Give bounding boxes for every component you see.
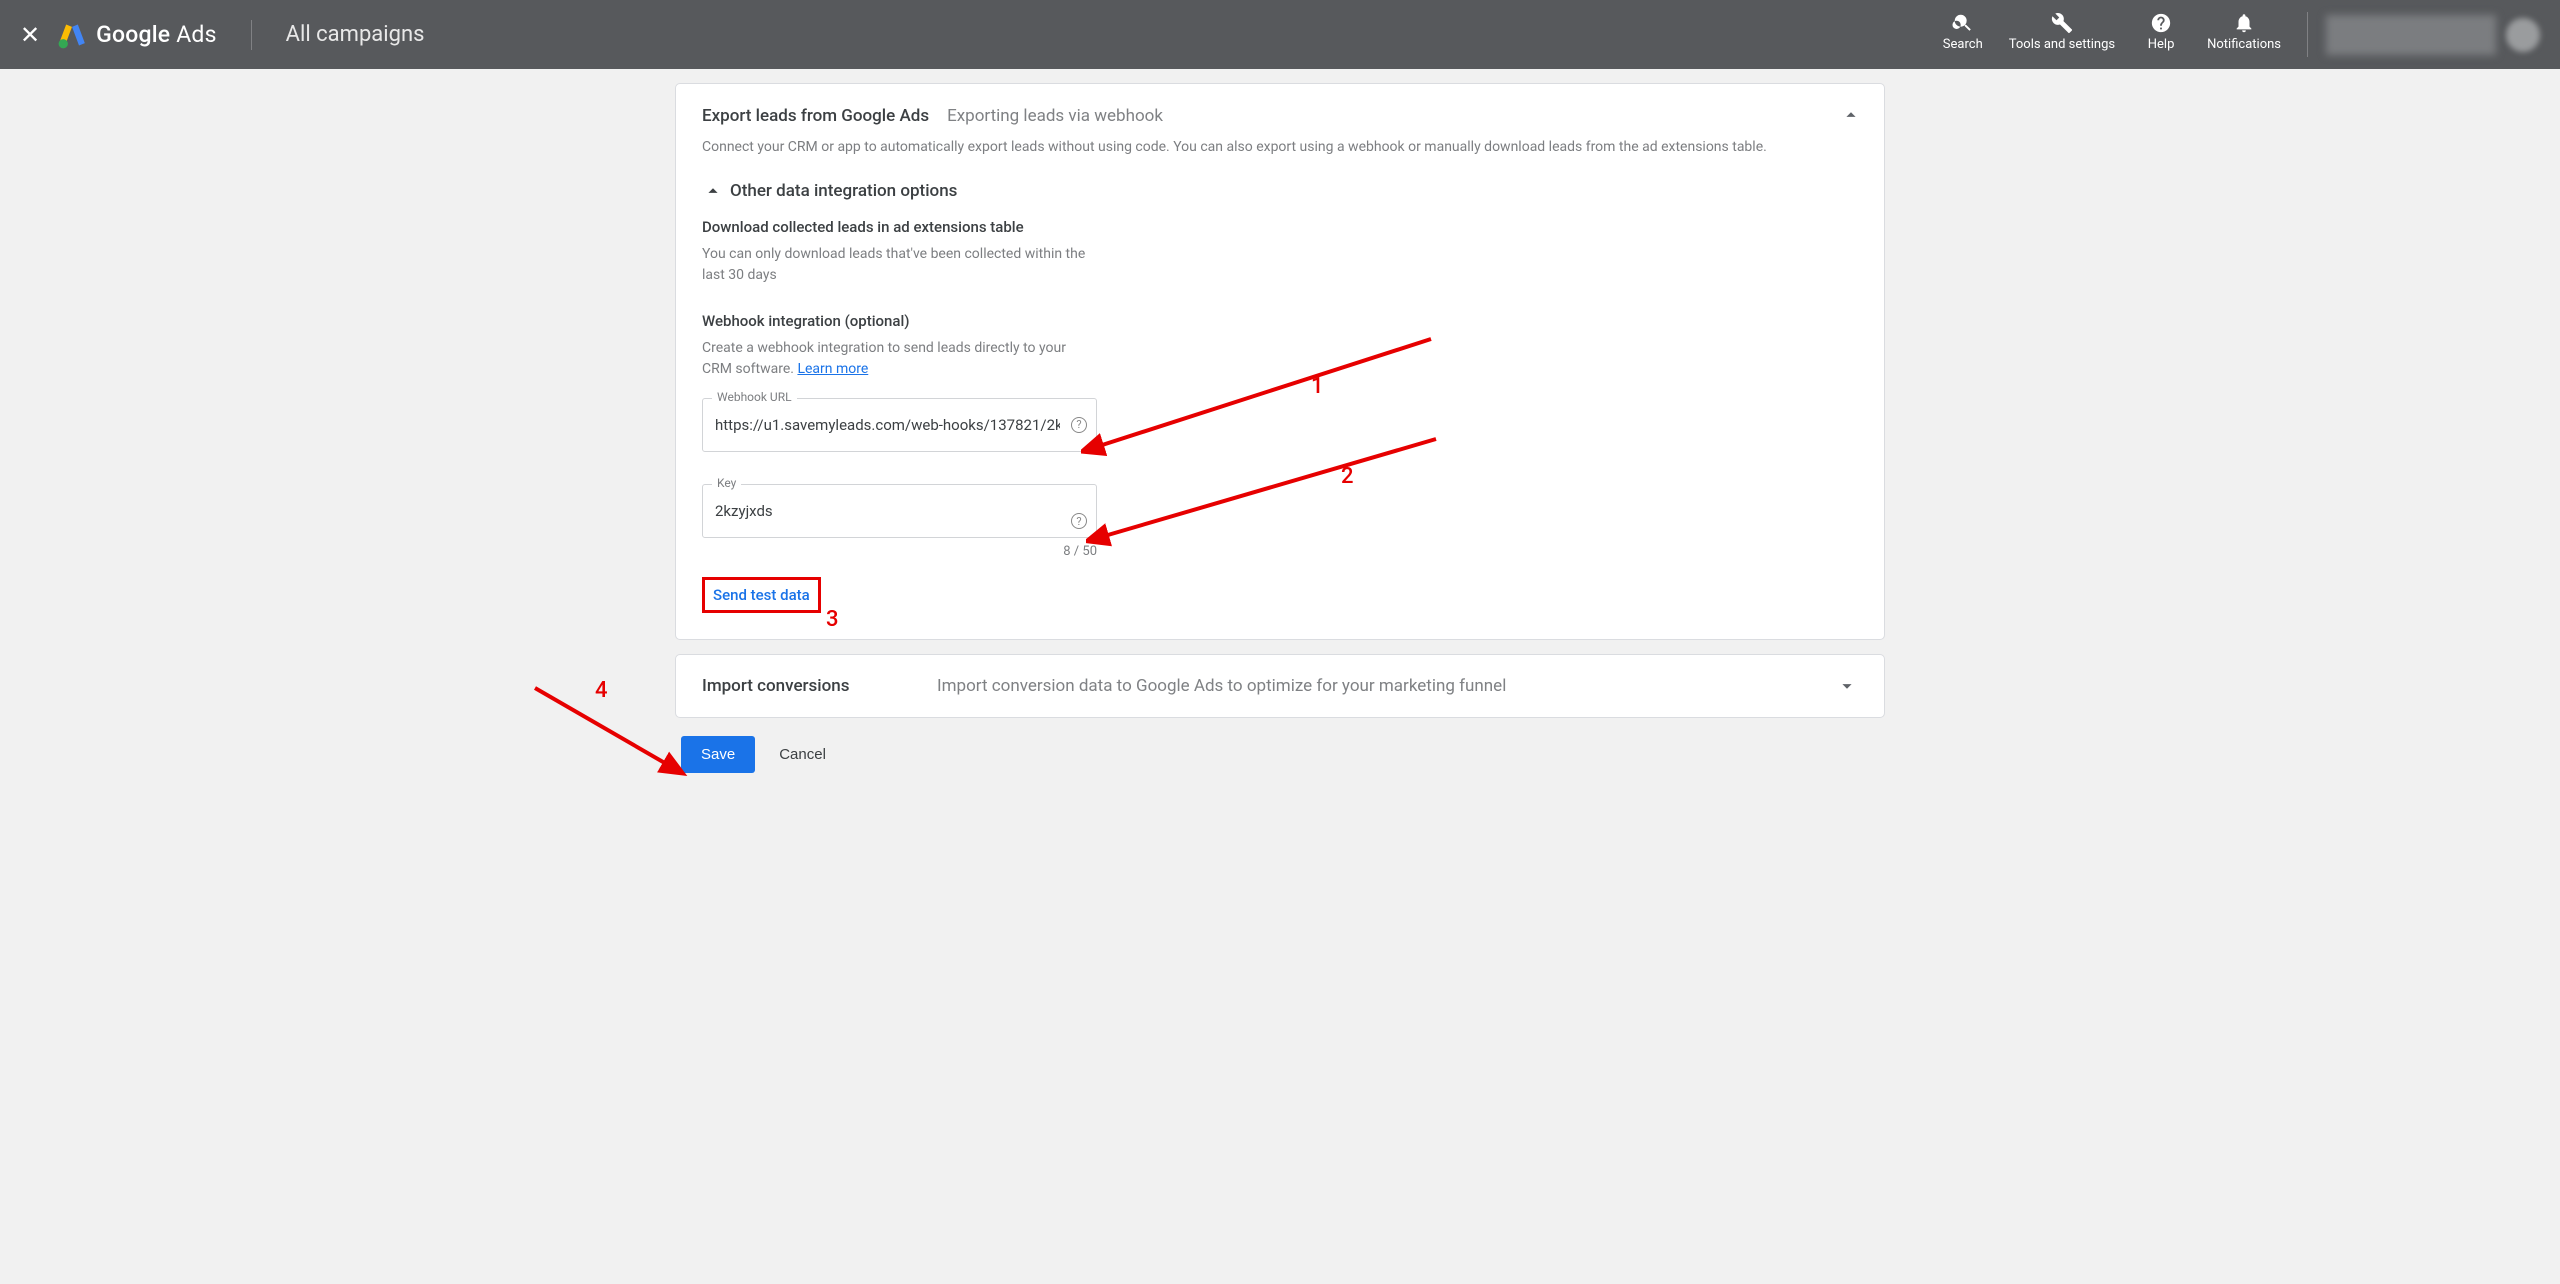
search-icon <box>1952 12 1974 34</box>
import-title: Import conversions <box>702 676 937 696</box>
header-right: Search Tools and settings Help Notificat… <box>1943 12 2540 57</box>
chevron-up-icon <box>1840 104 1862 126</box>
key-field-wrap: Key ? 8 / 50 <box>702 484 1097 559</box>
annotation-3: 3 <box>826 607 839 632</box>
tools-button[interactable]: Tools and settings <box>2009 12 2115 52</box>
key-char-counter: 8 / 50 <box>702 544 1097 559</box>
download-heading: Download collected leads in ad extension… <box>702 218 1858 236</box>
webhook-desc: Create a webhook integration to send lea… <box>702 338 1092 380</box>
bell-icon <box>2233 12 2255 34</box>
import-desc: Import conversion data to Google Ads to … <box>937 676 1836 696</box>
key-input[interactable] <box>715 502 1060 520</box>
key-field[interactable] <box>702 484 1097 538</box>
chevron-up-icon <box>702 180 724 202</box>
account-area[interactable] <box>2307 12 2540 57</box>
import-conversions-card[interactable]: Import conversions Import conversion dat… <box>675 654 1885 718</box>
collapse-toggle[interactable] <box>1840 104 1862 130</box>
download-desc: You can only download leads that've been… <box>702 244 1092 286</box>
account-label-blurred <box>2326 15 2496 55</box>
context-title[interactable]: All campaigns <box>286 22 425 47</box>
help-icon[interactable]: ? <box>1071 513 1087 529</box>
export-leads-card: Export leads from Google Ads Exporting l… <box>675 83 1885 640</box>
help-button[interactable]: Help <box>2141 12 2181 52</box>
learn-more-link[interactable]: Learn more <box>797 361 868 377</box>
cancel-button[interactable]: Cancel <box>779 746 826 763</box>
close-icon[interactable]: ✕ <box>20 23 40 47</box>
search-button[interactable]: Search <box>1943 12 1983 52</box>
send-test-data-link[interactable]: Send test data <box>702 577 821 613</box>
annotation-arrow-4 <box>525 678 705 778</box>
notifications-button[interactable]: Notifications <box>2207 12 2281 52</box>
page: Export leads from Google Ads Exporting l… <box>675 83 1885 803</box>
card-description: Connect your CRM or app to automatically… <box>702 138 1858 158</box>
webhook-heading: Webhook integration (optional) <box>702 312 1858 330</box>
webhook-url-field-wrap: Webhook URL ? <box>702 398 1097 452</box>
other-options-toggle[interactable]: Other data integration options <box>702 180 1858 202</box>
brand-text: Google Ads <box>96 21 217 48</box>
key-label: Key <box>712 476 741 490</box>
wrench-icon <box>2051 12 2073 34</box>
card-subtitle: Exporting leads via webhook <box>947 106 1163 126</box>
annotation-arrow-2 <box>1086 429 1446 549</box>
avatar[interactable] <box>2506 18 2540 52</box>
header-left: ✕ Google Ads All campaigns <box>20 20 424 50</box>
google-ads-logo-icon <box>58 21 86 49</box>
app-header: ✕ Google Ads All campaigns Search Tools … <box>0 0 2560 69</box>
divider <box>251 20 252 50</box>
webhook-url-label: Webhook URL <box>712 390 797 404</box>
help-icon <box>2150 12 2172 34</box>
form-actions: Save Cancel <box>681 736 1885 773</box>
webhook-url-field[interactable] <box>702 398 1097 452</box>
webhook-url-input[interactable] <box>715 416 1060 434</box>
chevron-down-icon <box>1836 675 1858 697</box>
card-header: Export leads from Google Ads Exporting l… <box>702 106 1858 126</box>
brand-block[interactable]: Google Ads <box>58 21 217 49</box>
card-title: Export leads from Google Ads <box>702 106 929 126</box>
